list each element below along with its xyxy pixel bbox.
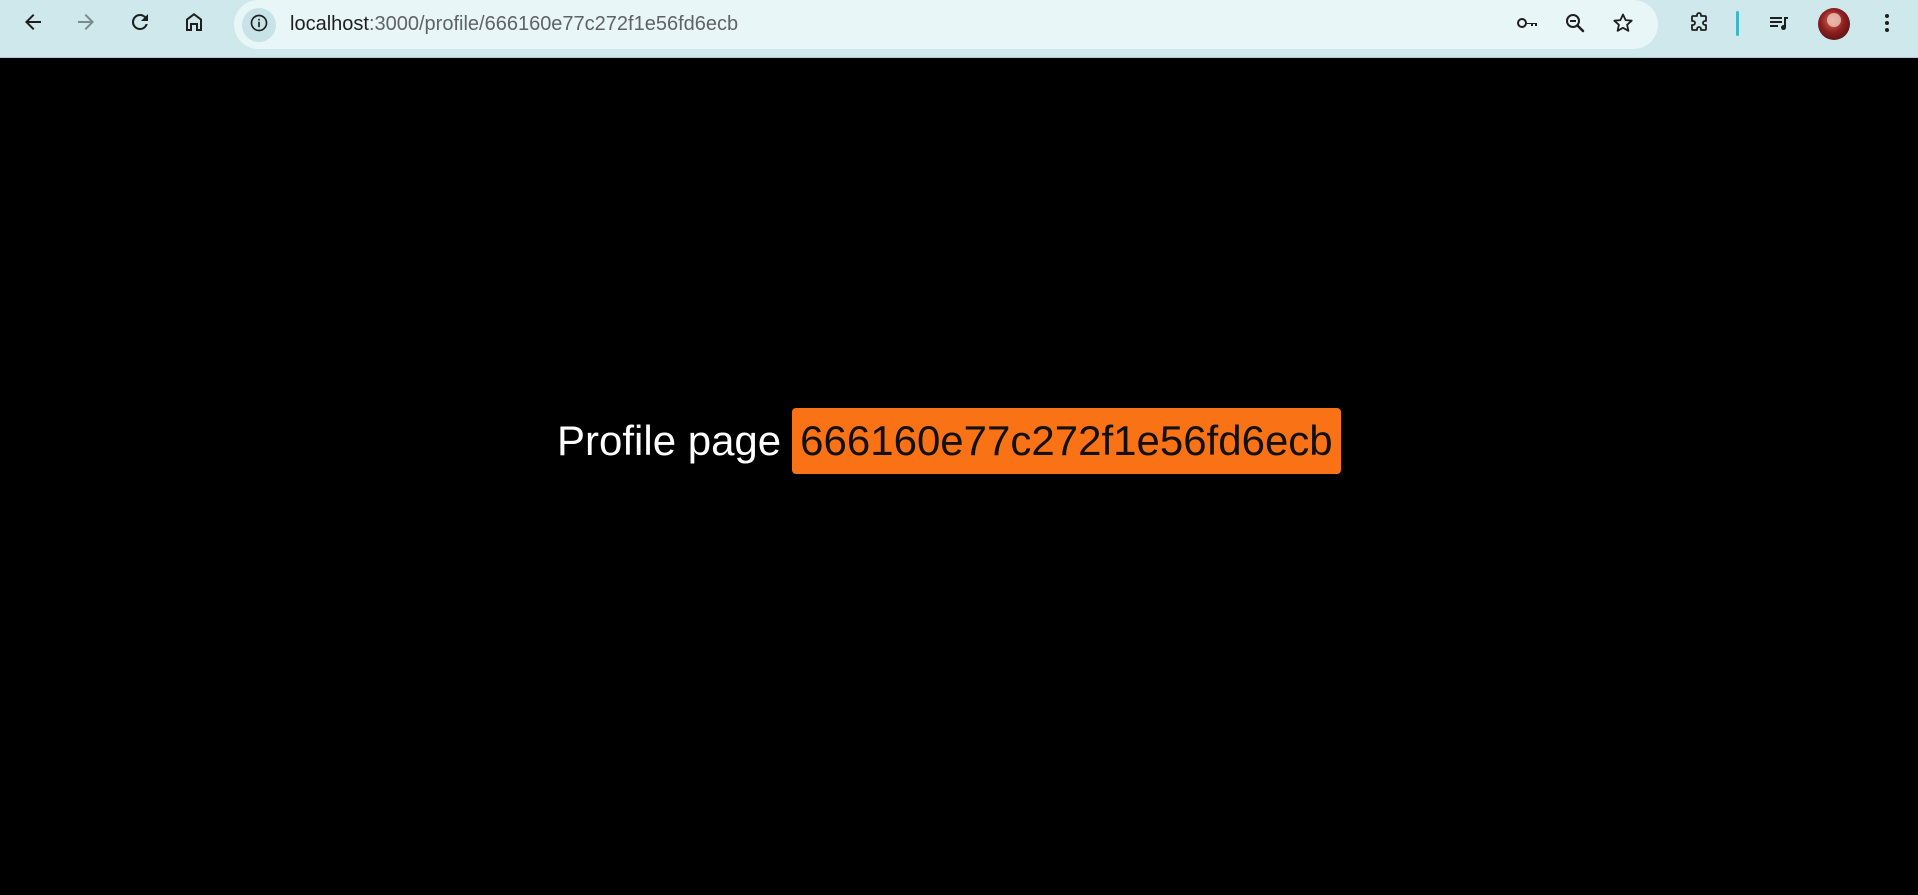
site-info-button[interactable] — [242, 8, 276, 42]
forward-button[interactable] — [68, 6, 104, 42]
info-icon — [249, 13, 269, 38]
star-icon — [1611, 11, 1635, 40]
page-title: Profile page — [557, 417, 782, 464]
media-controls-icon — [1767, 11, 1791, 40]
reload-button[interactable] — [122, 6, 158, 42]
browser-menu-button[interactable] — [1869, 7, 1905, 43]
profile-id-badge: 666160e77c272f1e56fd6ecb — [792, 408, 1341, 474]
arrow-right-icon — [74, 10, 98, 39]
arrow-left-icon — [21, 10, 45, 39]
reload-icon — [128, 10, 152, 39]
password-key-button[interactable] — [1511, 9, 1543, 41]
url-host: localhost — [290, 13, 369, 35]
zoom-button[interactable] — [1559, 9, 1591, 41]
toolbar-divider — [1736, 11, 1739, 36]
kebab-menu-icon — [1875, 11, 1899, 40]
home-button[interactable] — [176, 6, 212, 42]
extensions-icon — [1687, 11, 1711, 40]
browser-toolbar: localhost:3000/profile/666160e77c272f1e5… — [0, 0, 1918, 58]
url-text[interactable]: localhost:3000/profile/666160e77c272f1e5… — [290, 13, 738, 35]
page-content — [0, 58, 1918, 895]
bookmark-star-button[interactable] — [1607, 9, 1639, 41]
media-controls-button[interactable] — [1761, 7, 1797, 43]
avatar[interactable] — [1818, 8, 1850, 40]
url-path: :3000/profile/666160e77c272f1e56fd6ecb — [368, 13, 739, 35]
back-button[interactable] — [15, 6, 51, 42]
extensions-button[interactable] — [1681, 7, 1717, 43]
home-icon — [182, 10, 206, 39]
key-icon — [1515, 11, 1539, 40]
address-bar[interactable]: localhost:3000/profile/666160e77c272f1e5… — [234, 0, 1658, 49]
zoom-icon — [1563, 11, 1587, 40]
profile-heading: Profile page 666160e77c272f1e56fd6ecb — [557, 408, 1341, 474]
